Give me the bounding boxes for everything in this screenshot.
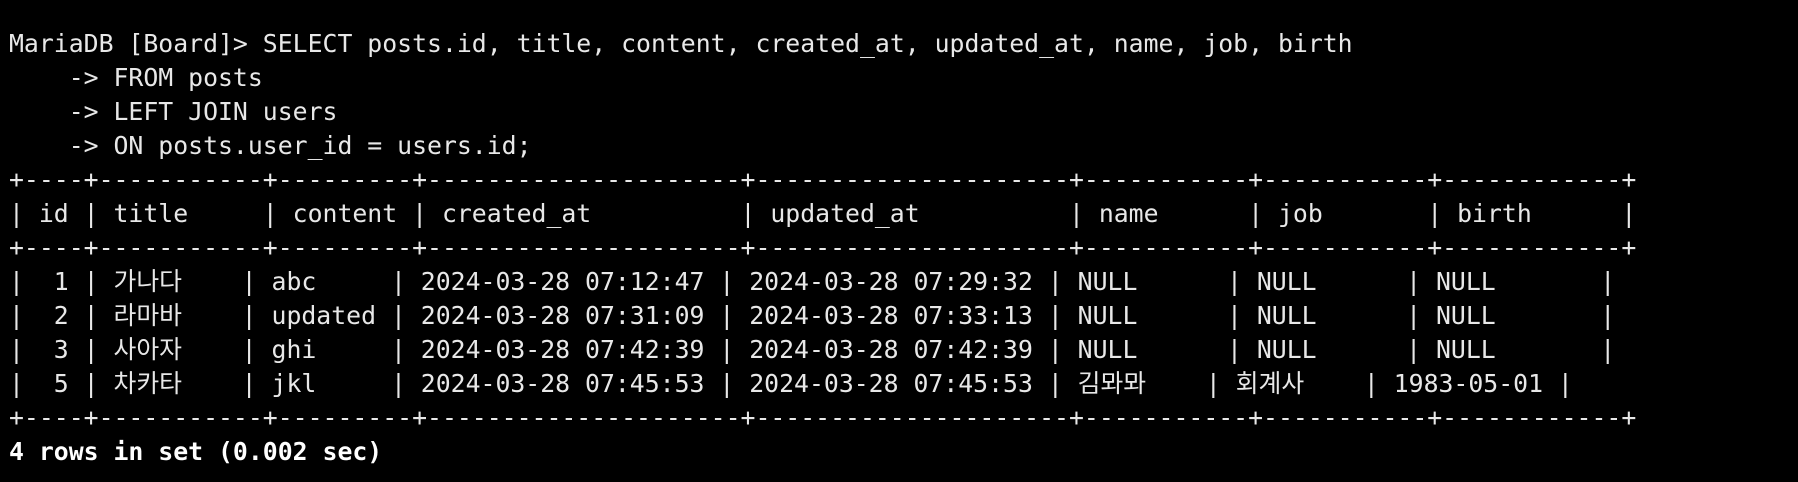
table-row: | 1 | 가나다 | abc | 2024-03-28 07:12:47 | …: [9, 267, 1616, 296]
table-row: | 3 | 사아자 | ghi | 2024-03-28 07:42:39 | …: [9, 335, 1616, 364]
table-row: | 2 | 라마바 | updated | 2024-03-28 07:31:0…: [9, 301, 1616, 330]
shell-prompt: MariaDB [Board]>: [9, 29, 263, 58]
table-header-row: | id | title | content | created_at | up…: [9, 199, 1637, 228]
query-line-4: -> ON posts.user_id = users.id;: [9, 131, 532, 160]
query-line-3: -> LEFT JOIN users: [9, 97, 338, 126]
table-border-top: +----+-----------+---------+------------…: [9, 165, 1637, 194]
table-row: | 5 | 차카타 | jkl | 2024-03-28 07:45:53 | …: [9, 369, 1573, 398]
terminal-window[interactable]: MariaDB [Board]> SELECT posts.id, title,…: [0, 0, 1798, 482]
query-text: SELECT posts.id, title, content, created…: [262, 29, 1353, 58]
query-line-2: -> FROM posts: [9, 63, 263, 92]
table-border-bottom: +----+-----------+---------+------------…: [9, 403, 1637, 432]
result-summary: 4 rows in set (0.002 sec): [9, 437, 383, 466]
query-line-1: MariaDB [Board]> SELECT posts.id, title,…: [9, 27, 1798, 61]
table-border-header: +----+-----------+---------+------------…: [9, 233, 1637, 262]
